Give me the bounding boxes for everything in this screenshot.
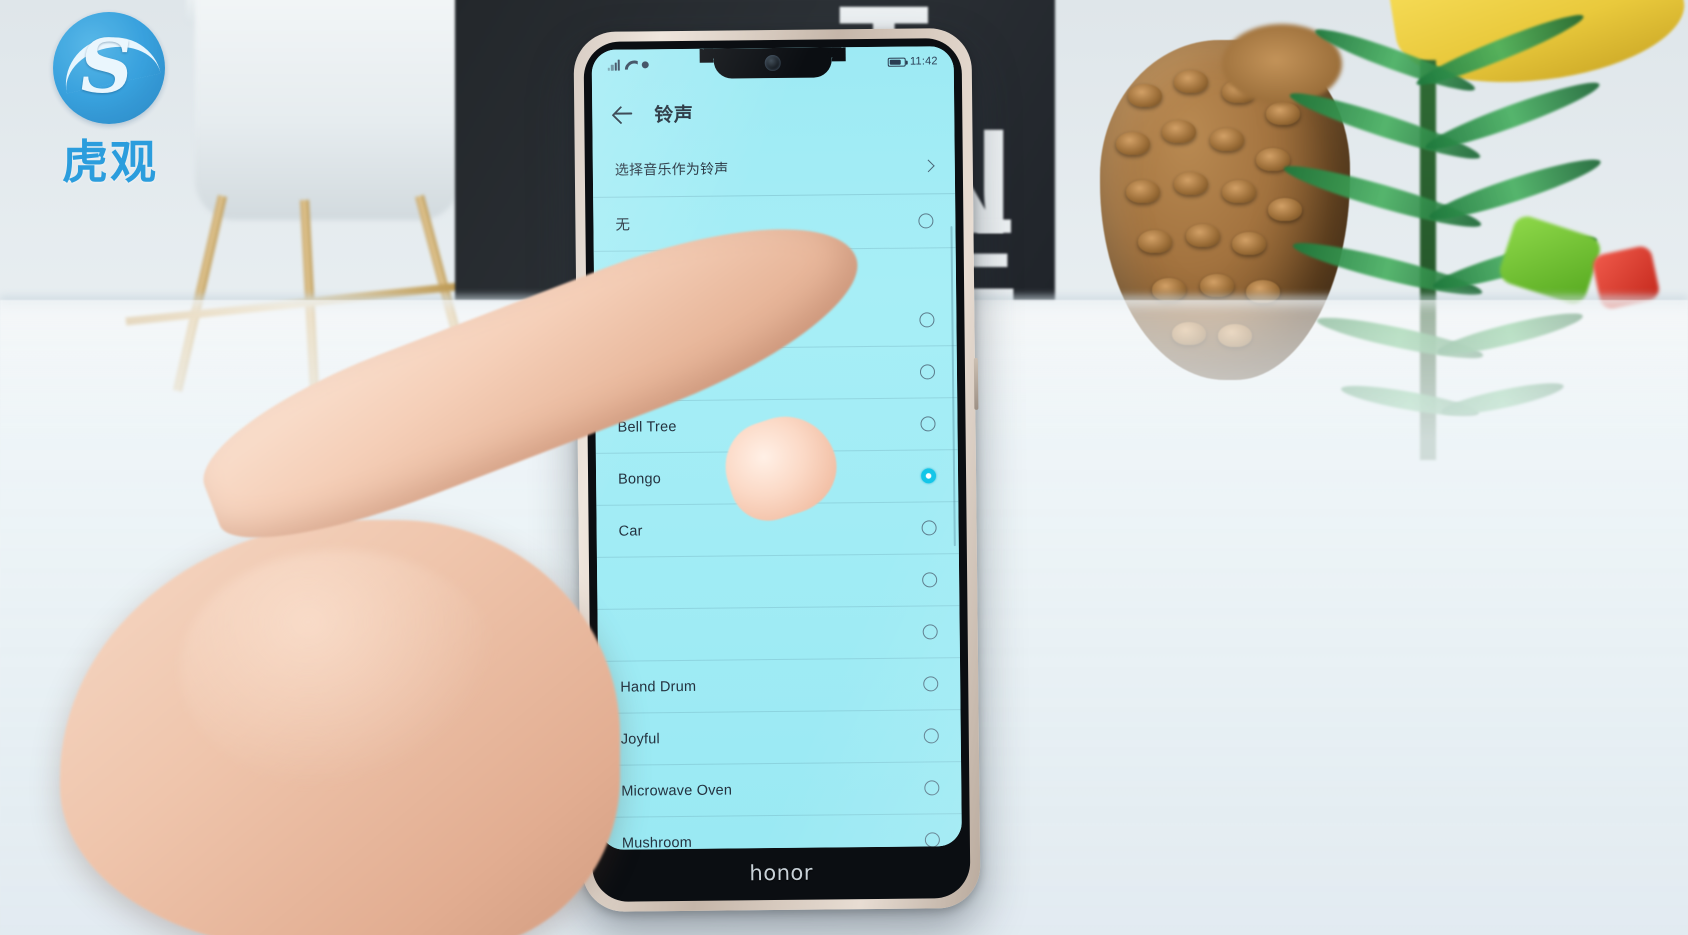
wifi-icon [625,59,638,69]
app-header: 铃声 [592,84,955,140]
planter-pot [195,0,460,220]
channel-watermark: S 虎观 [45,12,175,202]
radio-button[interactable] [924,780,940,796]
radio-button[interactable] [923,728,939,744]
status-bar: 11:42 [592,46,954,80]
radio-none[interactable] [918,213,934,229]
radio-button[interactable] [921,520,937,536]
power-button[interactable] [973,357,979,410]
signal-bars-icon [607,59,621,71]
radio-button[interactable] [920,416,936,432]
chevron-right-icon [921,159,935,173]
radio-button[interactable] [919,312,935,328]
fingertip [713,403,849,531]
row-pick-music[interactable]: 选择音乐作为铃声 [592,138,956,198]
page-title: 铃声 [654,104,694,126]
radio-button[interactable] [924,832,940,848]
none-label: 无 [615,217,631,234]
radio-button[interactable] [922,624,938,640]
battery-icon [887,57,907,67]
radio-button[interactable] [922,572,938,588]
radio-button[interactable] [919,364,936,380]
back-arrow-icon[interactable] [612,102,634,124]
pick-music-label: 选择音乐作为铃声 [614,159,729,178]
hand-knuckle-highlight [180,550,500,790]
recording-dot-icon [641,60,649,68]
radio-button[interactable] [923,676,939,692]
watermark-text: 虎观 [62,135,158,189]
pointing-hand [60,182,882,935]
status-bar-time: 11:42 [909,55,938,68]
radio-button-selected[interactable] [920,468,937,484]
watermark-letter: S [73,24,139,110]
